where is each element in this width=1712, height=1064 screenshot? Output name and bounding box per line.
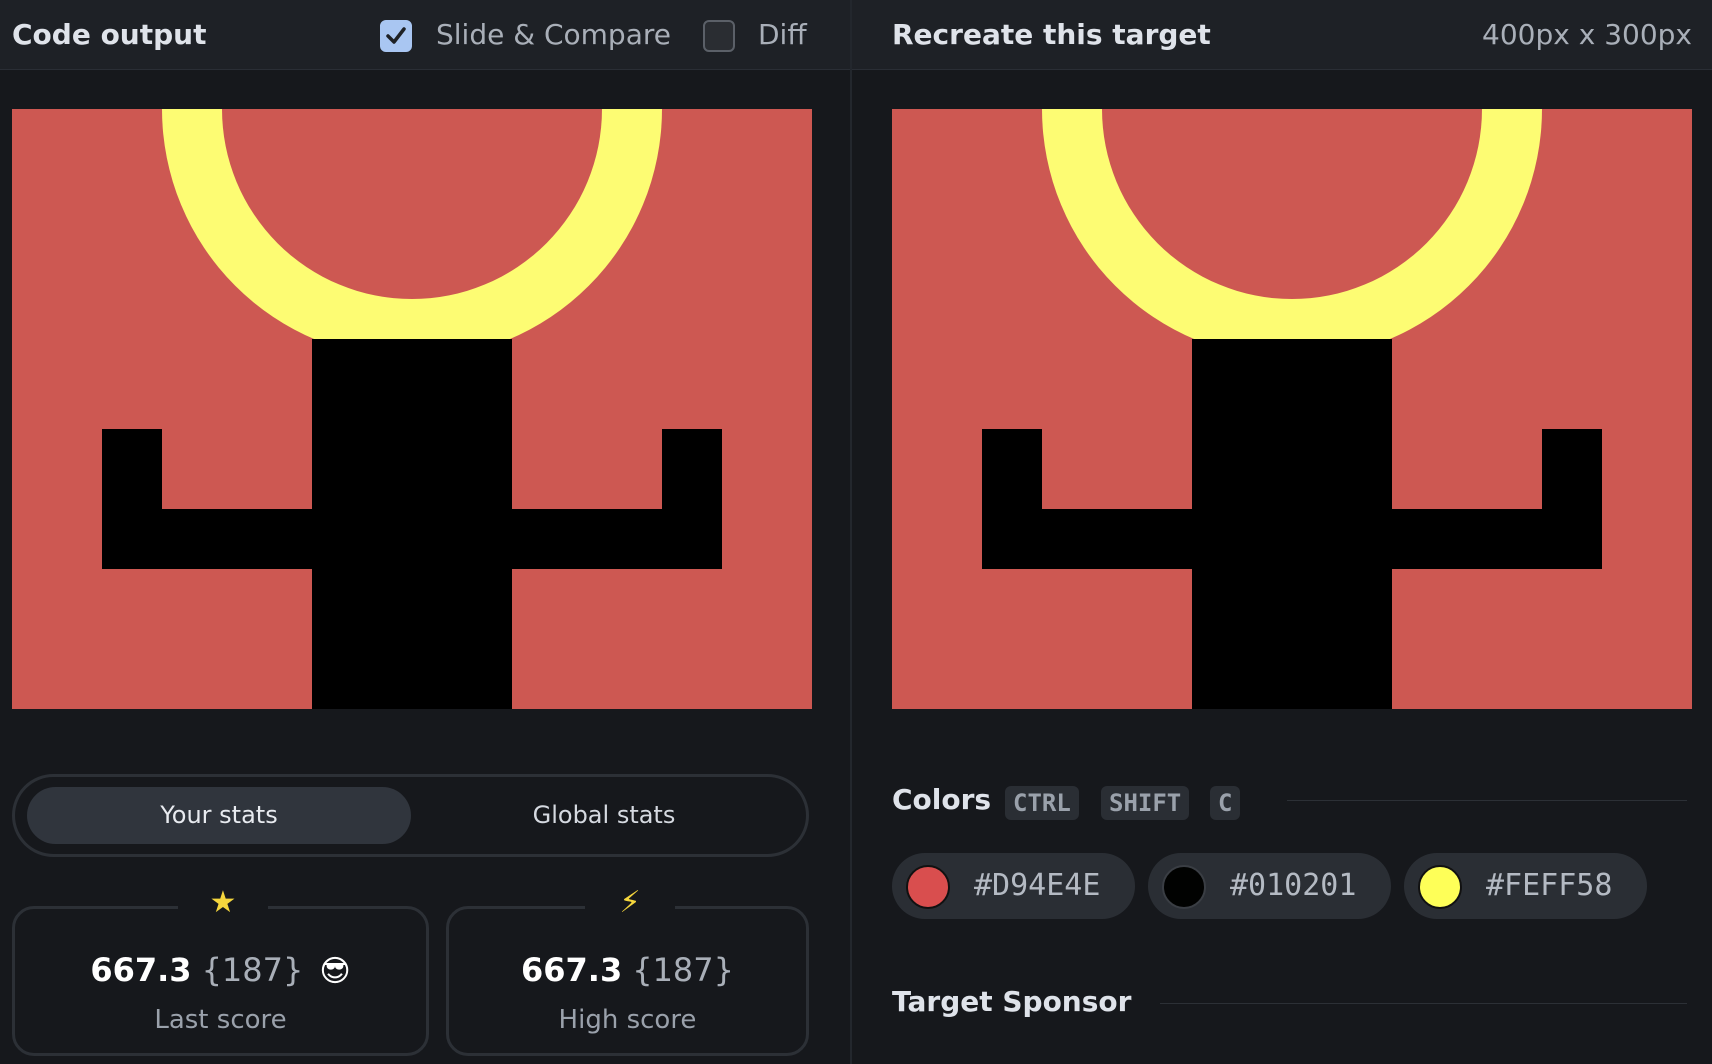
color-hex: #D94E4E	[974, 868, 1101, 903]
your-stats-tab[interactable]: Your stats	[27, 787, 411, 844]
kbd-c: C	[1210, 786, 1241, 820]
code-output-title: Code output	[12, 18, 207, 51]
color-chip-yellow[interactable]: #FEFF58	[1404, 853, 1647, 919]
global-stats-tab[interactable]: Global stats	[411, 787, 797, 844]
kbd-shift: SHIFT	[1101, 786, 1190, 820]
last-score-number: 667.3	[90, 951, 192, 989]
target-panel: Recreate this target 400px x 300px Color…	[852, 0, 1712, 1064]
code-output-panel: Code output Slide & Compare Diff Your st…	[0, 0, 850, 1064]
colors-title: Colors	[892, 783, 992, 816]
lightning-icon: ⚡	[585, 883, 675, 923]
code-output-canvas[interactable]	[12, 109, 812, 709]
color-hex: #010201	[1230, 868, 1357, 903]
diff-checkbox[interactable]	[703, 20, 735, 52]
color-swatch	[1418, 865, 1462, 909]
color-chip-black[interactable]: #010201	[1148, 853, 1391, 919]
color-hex: #FEFF58	[1486, 868, 1613, 903]
colors-divider	[1287, 800, 1687, 801]
high-score-value: 667.3 {187}	[449, 951, 806, 989]
star-icon: ★	[178, 883, 268, 923]
diff-label[interactable]: Diff	[758, 0, 807, 70]
color-swatch	[1162, 865, 1206, 909]
high-score-number: 667.3	[520, 951, 623, 989]
kbd-ctrl: CTRL	[1005, 786, 1079, 820]
high-score-count: {187}	[632, 951, 734, 989]
figure-right-hand	[1542, 429, 1602, 569]
target-dimensions: 400px x 300px	[1482, 18, 1692, 51]
sunglasses-emoji-icon: 😎	[319, 954, 351, 989]
figure-left-hand	[982, 429, 1042, 569]
last-score-card: ★ 667.3 {187} 😎 Last score	[12, 883, 429, 1056]
target-title: Recreate this target	[892, 18, 1211, 51]
figure-arms	[102, 509, 722, 569]
color-swatch	[906, 865, 950, 909]
figure-arms	[982, 509, 1602, 569]
last-score-label: Last score	[154, 1005, 287, 1035]
high-score-card: ⚡ 667.3 {187} High score	[446, 883, 809, 1056]
sponsor-divider	[1160, 1003, 1687, 1004]
last-score-value: 667.3 {187} 😎	[15, 951, 426, 989]
slide-compare-label[interactable]: Slide & Compare	[436, 0, 671, 70]
last-score-count: {187}	[201, 951, 304, 989]
high-score-label: High score	[558, 1005, 697, 1035]
checkmark-icon	[386, 27, 406, 44]
code-output-header: Code output Slide & Compare Diff	[0, 0, 850, 70]
figure-right-hand	[662, 429, 722, 569]
target-canvas	[892, 109, 1692, 709]
slide-compare-checkbox[interactable]	[380, 20, 412, 52]
sponsor-title: Target Sponsor	[892, 985, 1132, 1018]
figure-left-hand	[102, 429, 162, 569]
color-chip-red[interactable]: #D94E4E	[892, 853, 1135, 919]
stats-segmented-control: Your stats Global stats	[12, 774, 809, 857]
target-header: Recreate this target 400px x 300px	[852, 0, 1712, 70]
